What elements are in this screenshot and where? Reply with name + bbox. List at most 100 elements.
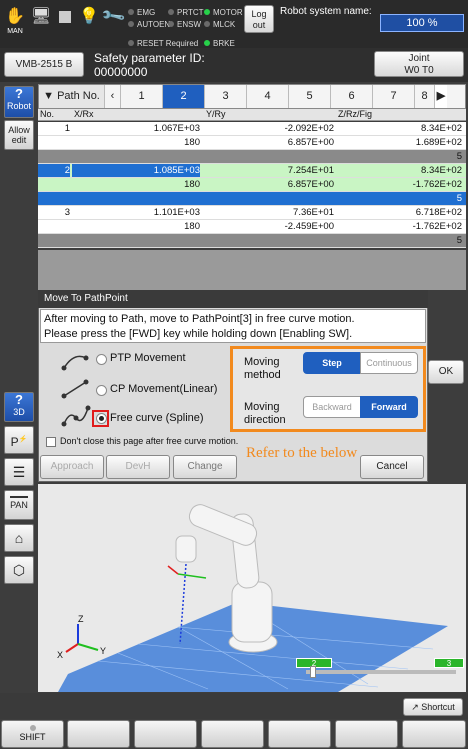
function-key-2[interactable] — [67, 720, 130, 748]
led-brke: BRKE — [204, 39, 235, 48]
table-row[interactable]: 2 1.085E+03 7.254E+01 8.34E+02 — [38, 164, 466, 178]
change-button[interactable]: Change — [173, 455, 237, 479]
approach-button[interactable]: Approach — [40, 455, 104, 479]
pan-icon — [10, 496, 28, 498]
lamp-icon[interactable]: 💡 — [78, 6, 100, 32]
tcp-axis-x — [167, 565, 179, 575]
robot-3d-view[interactable]: Z X Y 2 3 — [38, 484, 466, 692]
home-icon[interactable]: ⌂ — [4, 524, 34, 552]
table-cell-no: 1 — [64, 123, 70, 134]
teach-point-icon[interactable]: P⚡ — [4, 426, 34, 454]
function-key-4[interactable] — [201, 720, 264, 748]
ptp-label: PTP Movement — [110, 352, 186, 364]
joint-label: Joint — [408, 53, 430, 64]
devh-button[interactable]: DevH — [106, 455, 170, 479]
led-motor: MOTOR — [204, 8, 243, 17]
axis-x-label: X — [57, 650, 64, 660]
stop-icon[interactable] — [54, 6, 76, 32]
col-z: Z/Rz/Fig — [338, 109, 373, 119]
tab-path-5[interactable]: 5 — [289, 85, 331, 108]
shift-key[interactable]: SHIFT — [1, 720, 64, 748]
robot-tab[interactable]: ? Robot — [4, 86, 34, 118]
spline-label: Free curve (Spline) — [110, 412, 204, 424]
timeline-thumb[interactable] — [310, 666, 316, 678]
keep-open-checkbox[interactable] — [46, 437, 56, 447]
forward-toggle[interactable]: Forward — [360, 396, 418, 418]
tab-path-3[interactable]: 3 — [205, 85, 247, 108]
radio-ptp[interactable] — [96, 354, 107, 365]
cancel-button[interactable]: Cancel — [360, 455, 424, 479]
table-row[interactable]: 180 6.857E+00 1.689E+02 — [38, 136, 466, 150]
safety-id: 00000000 — [94, 65, 148, 79]
tab-path-6[interactable]: 6 — [331, 85, 373, 108]
radio-cp[interactable] — [96, 385, 107, 396]
pendant-icon[interactable]: 🖥 — [30, 6, 52, 32]
tab-path-1[interactable]: 1 — [121, 85, 163, 108]
radio-spline[interactable] — [96, 413, 107, 424]
tab-path-2[interactable]: 2 — [163, 85, 205, 108]
table-cell-z: 8.34E+02 — [421, 165, 462, 176]
coordinate-mode-button[interactable]: Joint W0 T0 — [374, 51, 464, 77]
keep-open-label: Don't close this page after free curve m… — [60, 436, 239, 446]
step-toggle[interactable]: Step — [303, 352, 361, 374]
table-cell-x: 1.067E+03 — [153, 123, 200, 134]
tab-path-8[interactable]: 8 — [415, 85, 435, 108]
path-no-label: Path No. — [57, 90, 100, 102]
table-cell-z: 5 — [456, 235, 462, 246]
led-prtct: PRTCT — [168, 8, 204, 17]
function-key-3[interactable] — [134, 720, 197, 748]
table-row[interactable]: 180 -2.459E+00 -1.762E+02 — [38, 220, 466, 234]
table-row[interactable]: 5 — [38, 192, 466, 206]
tabs-prev-icon[interactable]: ‹ — [105, 85, 121, 108]
function-key-5[interactable] — [268, 720, 331, 748]
col-y: Y/Ry — [206, 109, 226, 119]
cube-icon[interactable]: ⬡ — [4, 556, 34, 584]
message-line-2: Please press the [FWD] key while holding… — [44, 328, 353, 340]
col-x: X/Rx — [74, 109, 94, 119]
path-marker-3[interactable]: 3 — [434, 658, 464, 668]
logout-button[interactable]: Log out — [244, 5, 274, 33]
table-row[interactable]: 3 1.101E+03 7.36E+01 6.718E+02 — [38, 206, 466, 220]
speed-override[interactable]: 100 % — [380, 14, 464, 32]
view-3d-tab[interactable]: ? 3D — [4, 392, 34, 422]
path-tabs: ▼ Path No. ‹ 1 2 3 4 5 6 7 8 ▶ — [38, 84, 466, 109]
tcp-axis-y — [177, 573, 207, 579]
table-cell-no: 2 — [38, 164, 70, 177]
shortcut-label: Shortcut — [421, 702, 455, 712]
ok-button[interactable]: OK — [428, 360, 464, 384]
table-cell-z: -1.762E+02 — [412, 179, 462, 190]
table-row[interactable]: 180 6.857E+00 -1.762E+02 — [38, 178, 466, 192]
message-line-1: After moving to Path, move to PathPoint[… — [44, 313, 355, 325]
timeline-slider[interactable] — [306, 670, 456, 674]
backward-toggle[interactable]: Backward — [303, 396, 361, 418]
dropdown-triangle-icon: ▼ — [43, 90, 58, 102]
function-key-7[interactable] — [402, 720, 466, 748]
table-cell-z: 5 — [456, 151, 462, 162]
shortcut-button[interactable]: ↗ Shortcut — [403, 698, 463, 716]
allow-edit-button[interactable]: Allow edit — [4, 120, 34, 150]
col-no: No. — [40, 109, 55, 119]
cp-movement-icon — [61, 379, 89, 399]
function-key-6[interactable] — [335, 720, 398, 748]
tabs-next-icon[interactable]: ▶ — [435, 85, 447, 108]
robot-scene — [58, 504, 448, 692]
pan-button[interactable]: PAN — [4, 490, 34, 520]
table-row[interactable]: 5 — [38, 150, 466, 164]
table-row[interactable]: 5 — [38, 234, 466, 248]
path-no-header[interactable]: ▼ Path No. — [39, 85, 105, 108]
table-row[interactable]: 1 1.067E+03 -2.092E+02 8.34E+02 — [38, 122, 466, 136]
list-icon[interactable]: ☰ — [4, 458, 34, 486]
tab-path-7[interactable]: 7 — [373, 85, 415, 108]
continuous-toggle[interactable]: Continuous — [360, 352, 418, 374]
table-cell-y: 7.36E+01 — [293, 207, 334, 218]
man-mode-icon[interactable]: ✋ MAN — [4, 6, 26, 35]
robot-model-button[interactable]: VMB-2515 B — [4, 52, 84, 77]
refer-note: Refer to the below — [246, 445, 358, 461]
table-cell-x: 1.085E+03 — [72, 164, 200, 177]
tab-path-4[interactable]: 4 — [247, 85, 289, 108]
table-cell-x: 180 — [184, 221, 200, 232]
tool-icon[interactable]: 🔧 — [99, 2, 132, 36]
shortcut-bar — [0, 693, 468, 719]
axis-y-label: Y — [100, 646, 107, 656]
led-mlck: MLCK — [204, 20, 235, 29]
